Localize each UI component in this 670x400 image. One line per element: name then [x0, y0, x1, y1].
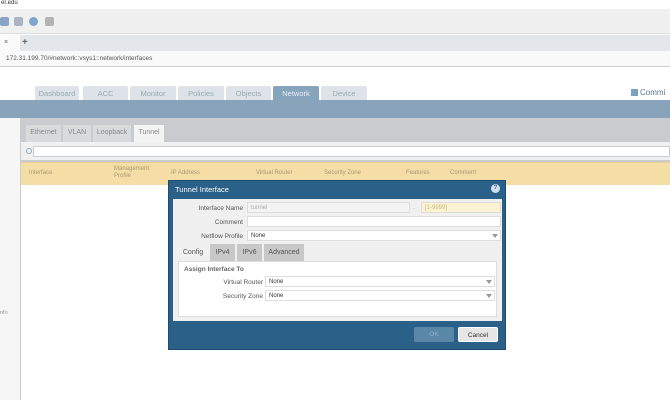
chevron-down-icon — [486, 294, 492, 298]
subtab-vlan[interactable]: VLAN — [63, 125, 91, 142]
netflow-profile-label: Netflow Profile — [201, 233, 243, 240]
netflow-profile-value: None — [251, 233, 266, 239]
dialog-body: Interface Name tunnel . [1-9999] Comment… — [173, 199, 502, 321]
nav-tab-device[interactable]: Device — [321, 86, 367, 100]
left-panel: nfo — [0, 118, 21, 400]
nav-tab-policies[interactable]: Policies — [178, 86, 224, 100]
save-icon[interactable] — [0, 17, 9, 26]
subtab-loopback[interactable]: Loopback — [93, 125, 131, 142]
nav-tab-objects[interactable]: Objects — [226, 86, 271, 100]
tab-close-button[interactable]: × — [0, 35, 20, 51]
dialog-tab-config[interactable]: Config — [178, 244, 208, 261]
chevron-down-icon — [492, 234, 498, 238]
interface-name-label: Interface Name — [198, 205, 243, 212]
cancel-button[interactable]: Cancel — [458, 327, 498, 342]
column-ip-address[interactable]: IP Address — [171, 170, 200, 177]
column-comment[interactable]: Comment — [450, 170, 476, 177]
print-icon[interactable] — [45, 17, 54, 26]
forward-icon[interactable] — [14, 17, 23, 26]
ok-button[interactable]: OK — [414, 327, 454, 342]
column-security-zone[interactable]: Security Zone — [324, 170, 361, 177]
virtual-router-select[interactable]: None — [265, 276, 495, 287]
dialog-tab-ipv4[interactable]: IPv4 — [210, 244, 235, 261]
browser-tab-strip: × + — [0, 35, 670, 51]
comment-label: Comment — [214, 219, 243, 226]
dialog-tab-advanced[interactable]: Advanced — [264, 244, 304, 261]
nav-tab-monitor[interactable]: Monitor — [130, 86, 176, 100]
column-features[interactable]: Features — [406, 170, 430, 177]
dialog-tab-ipv6[interactable]: IPv6 — [237, 244, 262, 261]
netflow-profile-select[interactable]: None — [247, 230, 501, 241]
nav-tab-dashboard[interactable]: Dashboard — [35, 86, 79, 100]
virtual-router-label: Virtual Router — [223, 279, 263, 286]
tunnel-interface-dialog: Tunnel Interface ? Interface Name tunnel… — [168, 180, 506, 350]
commit-button[interactable]: Commi — [640, 88, 665, 97]
separator-dot: . — [413, 204, 415, 211]
subtab-tunnel[interactable]: Tunnel — [134, 125, 164, 142]
comment-field[interactable] — [247, 216, 501, 227]
nav-tab-network[interactable]: Network — [273, 86, 319, 100]
globe-icon[interactable] — [29, 17, 38, 26]
subtab-ethernet[interactable]: Ethernet — [26, 125, 61, 142]
address-bar[interactable]: 172.31.199.70/#network::vsys1::network/i… — [0, 51, 670, 67]
assign-interface-legend: Assign Interface To — [184, 266, 244, 273]
column-interface[interactable]: Interface — [29, 170, 52, 177]
security-zone-select[interactable]: None — [265, 290, 495, 301]
search-icon — [26, 148, 32, 154]
filter-input[interactable] — [33, 146, 670, 157]
column-management-profile[interactable]: Management Profile — [114, 166, 159, 180]
column-virtual-router[interactable]: Virtual Router — [256, 170, 293, 177]
virtual-router-value: None — [269, 279, 284, 285]
window-title: er.edu — [0, 0, 670, 9]
left-panel-text: nfo — [0, 310, 8, 316]
interface-suffix-field[interactable]: [1-9999] — [421, 202, 501, 213]
security-zone-label: Security Zone — [222, 293, 263, 300]
security-zone-value: None — [269, 293, 284, 299]
browser-toolbar — [0, 9, 670, 34]
config-panel: Assign Interface To Virtual Router None … — [178, 261, 497, 317]
header-band — [0, 100, 670, 118]
new-tab-button[interactable]: + — [22, 37, 28, 48]
chevron-down-icon — [486, 280, 492, 284]
commit-icon[interactable] — [631, 89, 638, 96]
dialog-title: Tunnel Interface — [175, 185, 229, 194]
nav-tab-acc[interactable]: ACC — [83, 86, 128, 100]
interface-name-field: tunnel — [247, 202, 410, 213]
help-icon[interactable]: ? — [491, 184, 500, 193]
